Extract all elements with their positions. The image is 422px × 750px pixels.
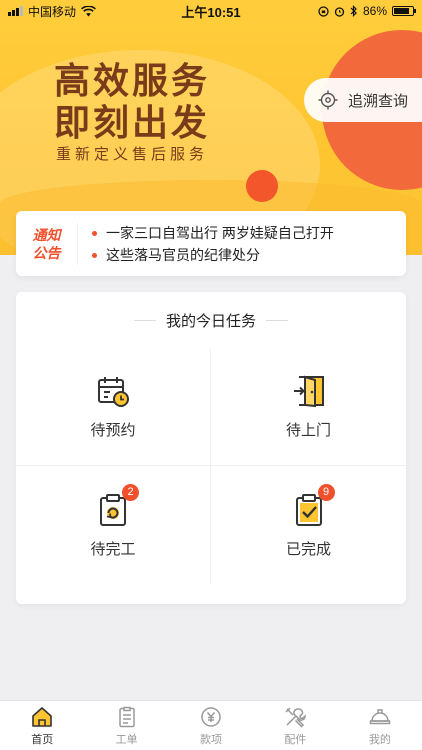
- notice-item[interactable]: 一家三口自驾出行 两岁娃疑自己打开: [92, 222, 334, 244]
- tab-label: 我的: [368, 733, 391, 746]
- notice-badge: 通知 公告: [16, 222, 78, 265]
- trace-query-button[interactable]: 追溯查询: [304, 78, 422, 122]
- rotation-lock-icon: [318, 5, 329, 17]
- task-pending-visit[interactable]: 待上门: [211, 348, 406, 466]
- tab-label: 配件: [284, 733, 307, 746]
- signal-icon: [8, 6, 23, 16]
- crosshair-icon: [318, 90, 338, 110]
- task-badge: 9: [317, 483, 335, 501]
- notice-list: 一家三口自驾出行 两岁娃疑自己打开 这些落马官员的纪律处分: [78, 222, 334, 266]
- battery-icon: [392, 6, 416, 16]
- task-pending-completion[interactable]: 2 待完工: [16, 466, 211, 584]
- carrier-name: 中国移动: [28, 4, 77, 19]
- hero-decor-small-dot: [246, 170, 278, 202]
- tab-work-order[interactable]: 工单: [84, 701, 168, 750]
- tab-label: 工单: [115, 733, 138, 746]
- payment-icon: [201, 706, 221, 727]
- task-label: 待上门: [285, 422, 331, 439]
- wifi-icon: [81, 5, 96, 16]
- bottom-tab-bar: 首页 工单 款项 配件 我的: [0, 700, 422, 750]
- tab-profile[interactable]: 我的: [338, 701, 422, 750]
- tab-label: 款项: [200, 733, 223, 746]
- notice-item[interactable]: 这些落马官员的纪律处分: [92, 244, 334, 266]
- notice-badge-line2: 公告: [32, 244, 61, 261]
- task-label: 已完成: [285, 540, 331, 558]
- task-label: 待完工: [90, 540, 136, 558]
- battery-percent: 86%: [362, 4, 387, 18]
- task-badge: 2: [122, 483, 139, 501]
- bluetooth-icon: [350, 5, 357, 17]
- tasks-grid: 待预约 待上门 2 待完工 9 已完成: [16, 348, 406, 584]
- task-pending-appointment[interactable]: 待预约: [16, 348, 211, 466]
- notice-card[interactable]: 通知 公告 一家三口自驾出行 两岁娃疑自己打开 这些落马官员的纪律处分: [16, 211, 406, 276]
- work-order-icon: [118, 706, 135, 727]
- alarm-icon: [334, 6, 345, 17]
- task-label: 待预约: [90, 422, 136, 439]
- tab-label: 首页: [31, 733, 54, 746]
- helmet-icon: [369, 708, 391, 724]
- tab-payment[interactable]: 款项: [169, 701, 253, 750]
- door-enter-icon: [293, 375, 324, 408]
- calendar-clock-icon: [98, 377, 129, 407]
- tab-home[interactable]: 首页: [0, 701, 84, 750]
- status-bar: 中国移动 上午10:51 86%: [0, 0, 422, 22]
- tab-parts[interactable]: 配件: [253, 701, 337, 750]
- trace-query-label: 追溯查询: [348, 92, 409, 110]
- task-completed[interactable]: 9 已完成: [211, 466, 406, 584]
- tools-icon: [285, 706, 307, 728]
- home-icon: [32, 706, 53, 727]
- tasks-title: 我的今日任务: [16, 310, 406, 331]
- hero-slogan-line2: 即刻出发: [54, 102, 211, 143]
- hero-subtitle: 重新定义售后服务: [56, 146, 209, 163]
- today-tasks-card: 我的今日任务 待预约 待上门 2 待完工 9 已完成: [16, 292, 406, 604]
- notice-badge-line1: 通知: [32, 226, 61, 243]
